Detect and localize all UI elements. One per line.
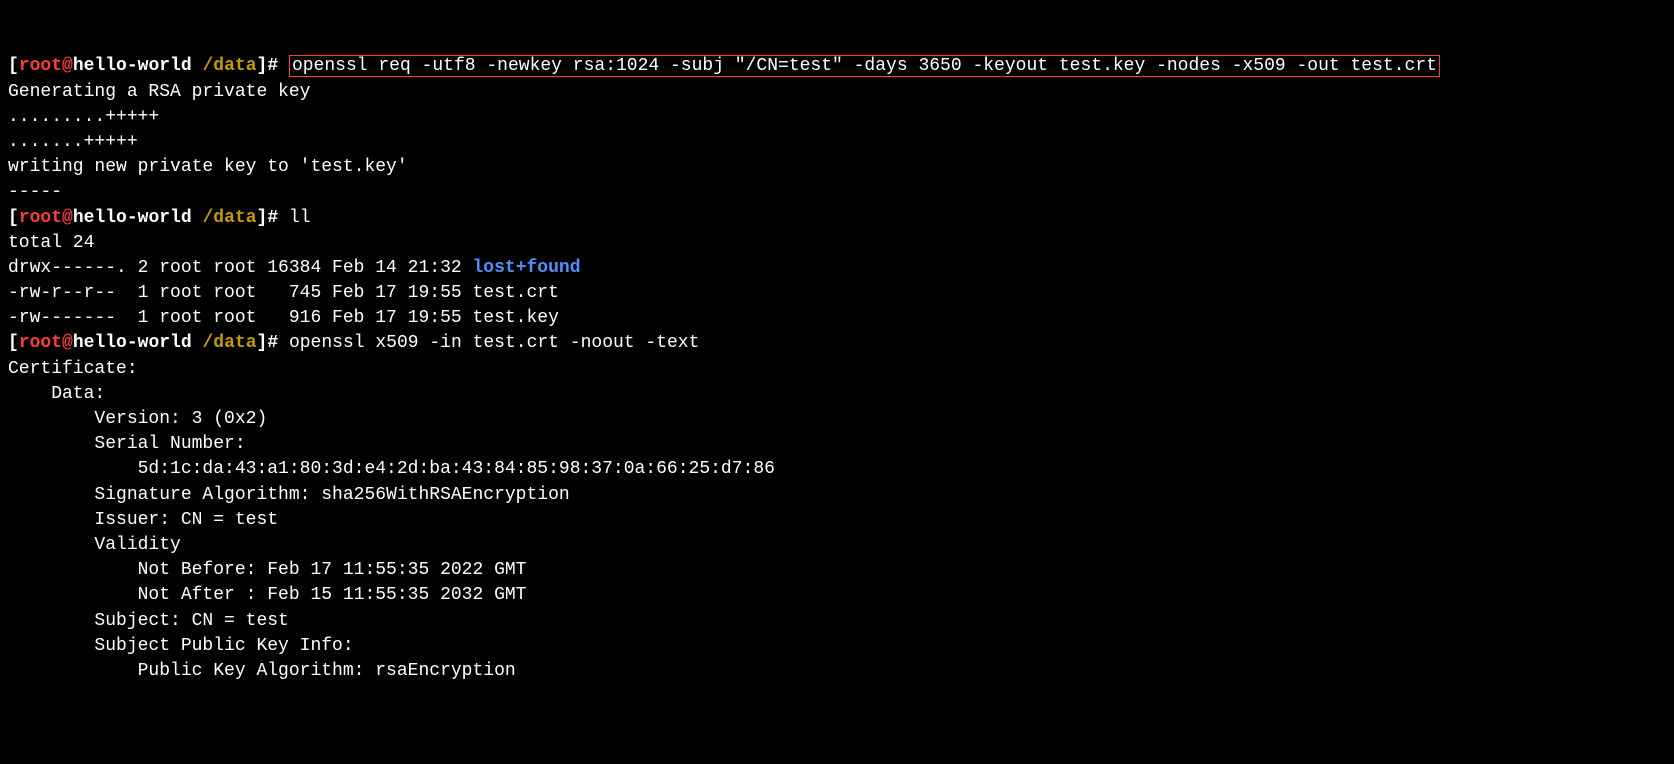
output-line: .......+++++ bbox=[8, 132, 138, 152]
output-line: Version: 3 (0x2) bbox=[8, 409, 267, 429]
dir-name: lost+found bbox=[472, 258, 580, 278]
output-line: Certificate: bbox=[8, 359, 138, 379]
output-line: Issuer: CN = test bbox=[8, 510, 278, 530]
bracket-close: ] bbox=[257, 56, 268, 76]
prompt-path: /data bbox=[202, 333, 256, 353]
file-row: drwx------. 2 root root 16384 Feb 14 21:… bbox=[8, 258, 472, 278]
output-line: Subject: CN = test bbox=[8, 611, 289, 631]
prompt-line-3[interactable]: [root@hello-world /data]# openssl x509 -… bbox=[8, 333, 699, 353]
command-input-2[interactable]: ll bbox=[289, 208, 311, 228]
output-line: .........+++++ bbox=[8, 107, 159, 127]
prompt-at: @ bbox=[62, 333, 73, 353]
output-line: Signature Algorithm: sha256WithRSAEncryp… bbox=[8, 485, 570, 505]
bracket-close: ] bbox=[257, 333, 268, 353]
output-line: Validity bbox=[8, 535, 181, 555]
prompt-user: root bbox=[19, 56, 62, 76]
bracket-open: [ bbox=[8, 56, 19, 76]
command-input-3[interactable]: openssl x509 -in test.crt -noout -text bbox=[289, 333, 699, 353]
prompt-path: /data bbox=[202, 208, 256, 228]
prompt-user: root bbox=[19, 208, 62, 228]
terminal-output: [root@hello-world /data]# openssl req -u… bbox=[8, 54, 1666, 684]
prompt-at: @ bbox=[62, 208, 73, 228]
output-line: Public Key Algorithm: rsaEncryption bbox=[8, 661, 516, 681]
output-line: writing new private key to 'test.key' bbox=[8, 157, 408, 177]
output-line: Not Before: Feb 17 11:55:35 2022 GMT bbox=[8, 560, 526, 580]
prompt-hash: # bbox=[267, 208, 278, 228]
output-line: Generating a RSA private key bbox=[8, 82, 310, 102]
file-row: -rw------- 1 root root 916 Feb 17 19:55 … bbox=[8, 308, 559, 328]
file-row: -rw-r--r-- 1 root root 745 Feb 17 19:55 … bbox=[8, 283, 559, 303]
prompt-hash: # bbox=[267, 333, 278, 353]
prompt-at: @ bbox=[62, 56, 73, 76]
output-line: Serial Number: bbox=[8, 434, 246, 454]
bracket-open: [ bbox=[8, 333, 19, 353]
bracket-open: [ bbox=[8, 208, 19, 228]
prompt-path: /data bbox=[202, 56, 256, 76]
prompt-host: hello-world bbox=[73, 333, 192, 353]
prompt-host: hello-world bbox=[73, 208, 192, 228]
prompt-space bbox=[192, 333, 203, 353]
prompt-space bbox=[192, 208, 203, 228]
command-input-1[interactable]: openssl req -utf8 -newkey rsa:1024 -subj… bbox=[289, 55, 1440, 77]
prompt-hash: # bbox=[267, 56, 278, 76]
output-line: Subject Public Key Info: bbox=[8, 636, 354, 656]
output-line: Not After : Feb 15 11:55:35 2032 GMT bbox=[8, 585, 526, 605]
prompt-host: hello-world bbox=[73, 56, 192, 76]
bracket-close: ] bbox=[257, 208, 268, 228]
prompt-space bbox=[192, 56, 203, 76]
output-line: ----- bbox=[8, 182, 62, 202]
output-line: Data: bbox=[8, 384, 105, 404]
prompt-line-2[interactable]: [root@hello-world /data]# ll bbox=[8, 208, 311, 228]
output-line: total 24 bbox=[8, 233, 94, 253]
output-line: 5d:1c:da:43:a1:80:3d:e4:2d:ba:43:84:85:9… bbox=[8, 459, 775, 479]
prompt-user: root bbox=[19, 333, 62, 353]
prompt-line-1[interactable]: [root@hello-world /data]# openssl req -u… bbox=[8, 55, 1440, 77]
